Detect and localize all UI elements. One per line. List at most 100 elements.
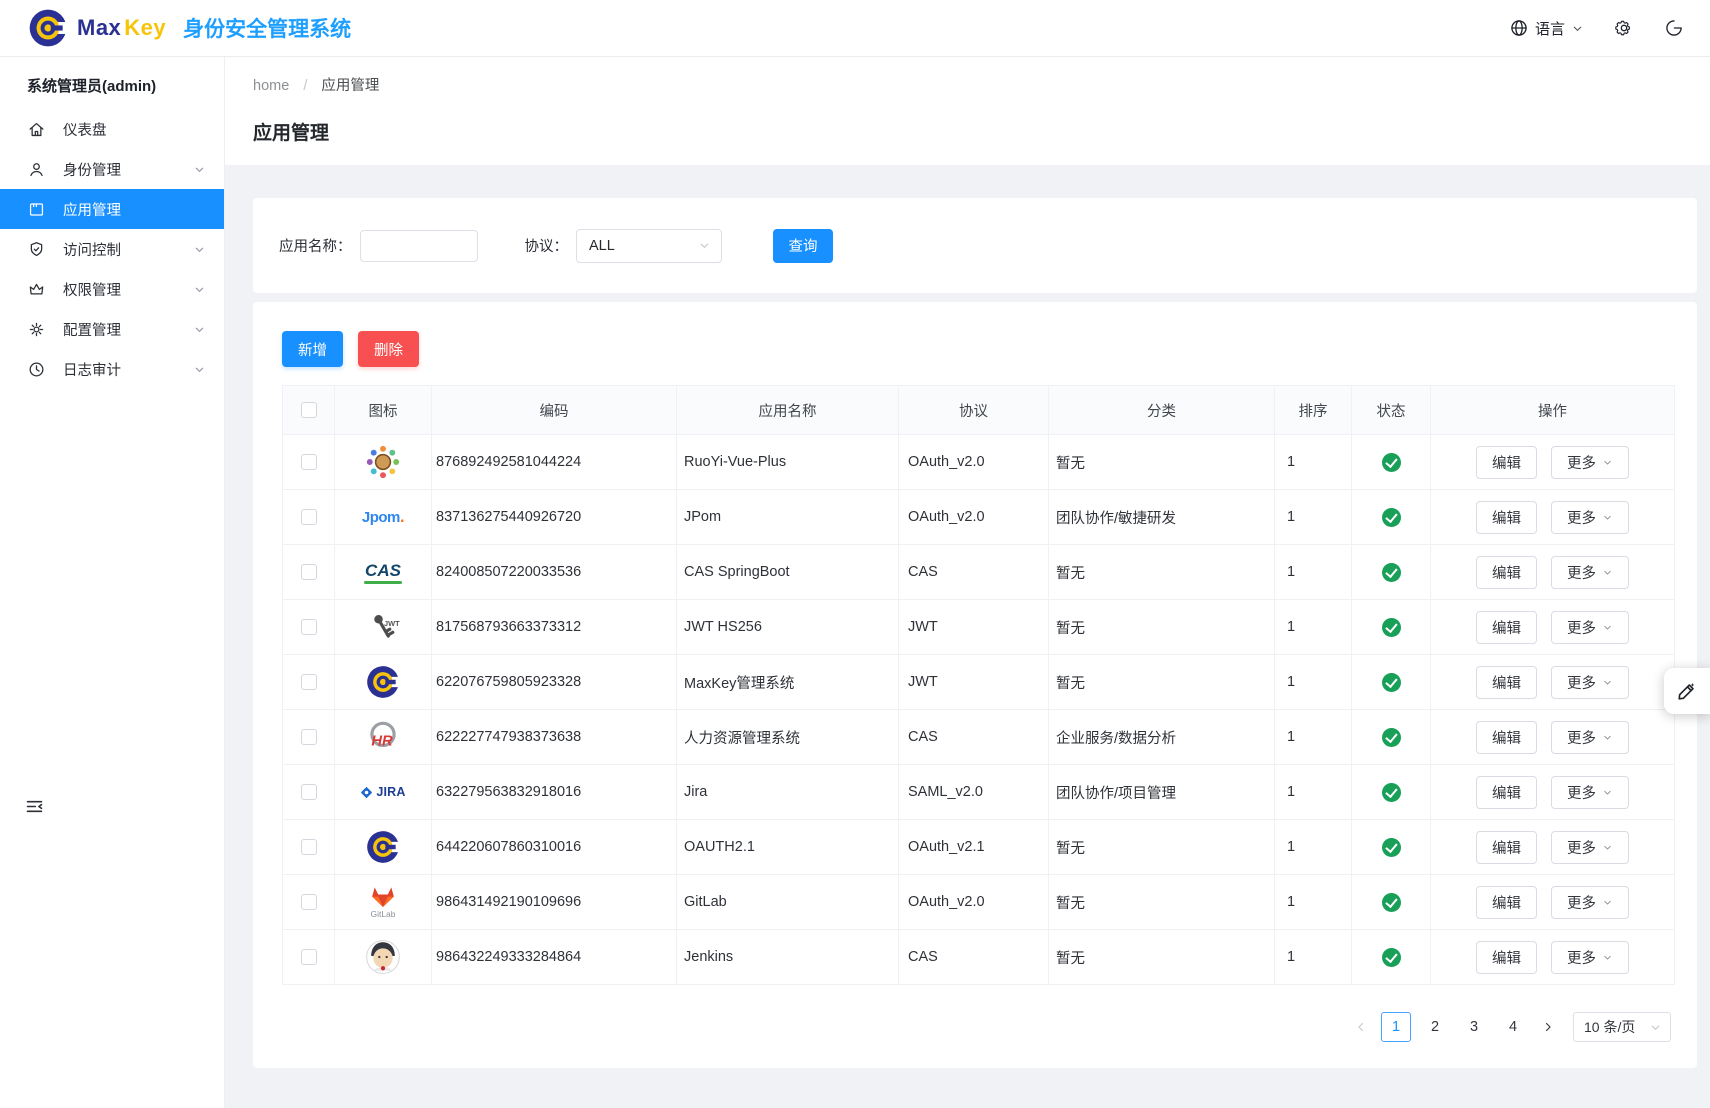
delete-button[interactable]: 删除 [358,331,419,367]
edit-button[interactable]: 编辑 [1476,666,1537,699]
table-header-row: 图标编码应用名称协议分类排序状态操作 [283,386,1675,435]
more-button[interactable]: 更多 [1551,721,1629,754]
sidebar-item-audit[interactable]: 日志审计 [0,349,224,389]
edit-button[interactable]: 编辑 [1476,556,1537,589]
more-button[interactable]: 更多 [1551,501,1629,534]
app-protocol: SAML_v2.0 [899,765,1049,820]
row-actions: 编辑 更多 [1431,655,1675,710]
row-checkbox[interactable] [301,564,317,580]
row-checkbox[interactable] [301,674,317,690]
sidebar-item-access[interactable]: 访问控制 [0,229,224,269]
app-icon-cell: JWT [335,600,432,655]
page-button-1[interactable]: 1 [1381,1012,1411,1042]
status-enabled-icon [1382,948,1401,967]
app-sort: 1 [1275,765,1352,820]
row-select-cell [283,710,335,765]
apps-icon [27,200,46,219]
more-button[interactable]: 更多 [1551,831,1629,864]
page-button-3[interactable]: 3 [1459,1012,1489,1042]
top-header: Max Key 身份安全管理系统 语言 [0,0,1710,57]
settings-gear-icon[interactable] [1614,18,1634,38]
page-size-select[interactable]: 10 条/页 [1573,1012,1671,1042]
sidebar-item-permission[interactable]: 权限管理 [0,269,224,309]
row-select-cell [283,765,335,820]
more-button[interactable]: 更多 [1551,776,1629,809]
main-content: home / 应用管理 应用管理 应用名称： 协议： ALL 查询 新增 删除 [225,57,1710,1108]
chevron-down-icon [698,239,711,252]
row-checkbox[interactable] [301,949,317,965]
column-header: 操作 [1431,386,1675,435]
app-name-label: 应用名称： [279,235,352,256]
edit-button[interactable]: 编辑 [1476,831,1537,864]
breadcrumb-home-link[interactable]: home [253,78,289,94]
more-button[interactable]: 更多 [1551,941,1629,974]
row-checkbox[interactable] [301,619,317,635]
row-actions: 编辑 更多 [1431,435,1675,490]
row-checkbox[interactable] [301,839,317,855]
sidebar-item-dashboard[interactable]: 仪表盘 [0,109,224,149]
more-button[interactable]: 更多 [1551,886,1629,919]
app-name: 人力资源管理系统 [677,710,899,765]
chevron-down-icon [1596,952,1613,963]
chevron-down-icon [193,323,206,336]
status-enabled-icon [1382,673,1401,692]
row-checkbox[interactable] [301,509,317,525]
breadcrumb-current: 应用管理 [321,78,379,94]
more-button[interactable]: 更多 [1551,446,1629,479]
edit-button[interactable]: 编辑 [1476,611,1537,644]
collapse-sidebar-button[interactable] [24,796,45,817]
edit-button[interactable]: 编辑 [1476,941,1537,974]
chevron-down-icon [193,363,206,376]
edit-button[interactable]: 编辑 [1476,776,1537,809]
edit-button[interactable]: 编辑 [1476,501,1537,534]
chevron-down-icon [1596,842,1613,853]
page-button-4[interactable]: 4 [1498,1012,1528,1042]
more-button[interactable]: 更多 [1551,611,1629,644]
search-button[interactable]: 查询 [773,229,833,263]
edit-button[interactable]: 编辑 [1476,446,1537,479]
edit-button[interactable]: 编辑 [1476,721,1537,754]
row-checkbox[interactable] [301,729,317,745]
breadcrumb: home / 应用管理 [253,74,1682,95]
language-menu[interactable]: 语言 [1509,18,1584,39]
app-code: 632279563832918016 [432,765,677,820]
app-protocol: OAuth_v2.0 [899,490,1049,545]
app-icon-jwt: JWT [363,607,403,647]
sidebar-item-config[interactable]: 配置管理 [0,309,224,349]
select-all-checkbox[interactable] [301,402,317,418]
protocol-select[interactable]: ALL [576,229,722,263]
edit-button[interactable]: 编辑 [1476,886,1537,919]
chevron-down-icon [193,283,206,296]
column-header: 分类 [1049,386,1275,435]
app-status-cell [1352,930,1431,985]
app-name-input[interactable] [360,230,478,262]
prev-page-button[interactable] [1350,1020,1372,1034]
next-page-button[interactable] [1537,1020,1559,1034]
app-name: MaxKey管理系统 [677,655,899,710]
sidebar-item-label: 权限管理 [63,279,121,300]
app-icon-cell: JIRA [335,765,432,820]
sidebar-item-identity[interactable]: 身份管理 [0,149,224,189]
row-checkbox[interactable] [301,454,317,470]
floating-screenshot-tool-button[interactable] [1664,668,1710,714]
more-button[interactable]: 更多 [1551,666,1629,699]
row-select-cell [283,930,335,985]
sidebar-item-apps[interactable]: 应用管理 [0,189,224,229]
status-enabled-icon [1382,728,1401,747]
row-checkbox[interactable] [301,894,317,910]
page-title: 应用管理 [253,118,1682,145]
more-button[interactable]: 更多 [1551,556,1629,589]
app-category: 团队协作/敏捷研发 [1049,490,1275,545]
add-button[interactable]: 新增 [282,331,343,367]
row-checkbox[interactable] [301,784,317,800]
logout-icon[interactable] [1664,18,1684,38]
row-select-cell [283,490,335,545]
chevron-down-icon [1596,567,1613,578]
sidebar-item-label: 仪表盘 [63,119,107,140]
page-button-2[interactable]: 2 [1420,1012,1450,1042]
maxkey-logo-icon [26,6,70,50]
sidebar-item-label: 配置管理 [63,319,121,340]
row-select-cell [283,655,335,710]
status-enabled-icon [1382,508,1401,527]
row-select-cell [283,600,335,655]
